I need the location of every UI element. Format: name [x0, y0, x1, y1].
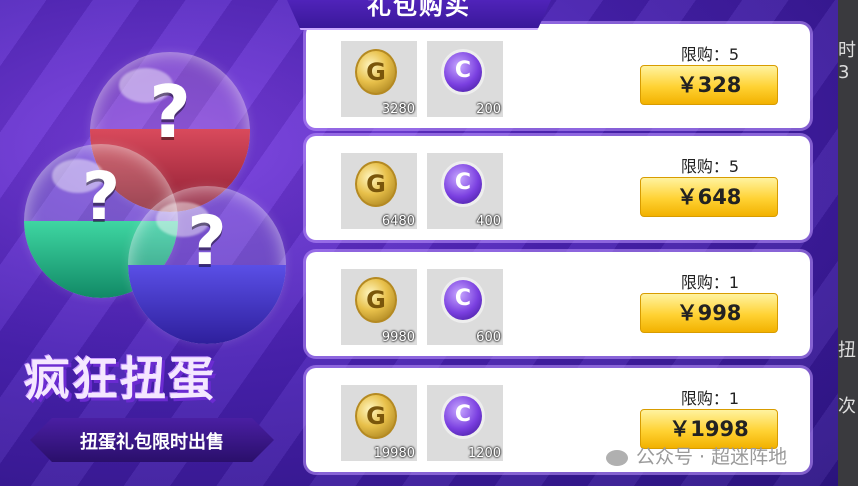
- gold-item: G 6480: [341, 153, 417, 229]
- mystery-ball-blue: ?: [128, 186, 286, 344]
- background-strip: 时3 扭 次: [838, 0, 858, 486]
- wechat-icon: [606, 449, 628, 466]
- question-mark-icon: ?: [149, 70, 191, 154]
- capsule-ticket-icon: C: [441, 277, 485, 323]
- ticket-quantity: 600: [476, 330, 501, 345]
- gold-quantity: 9980: [381, 330, 415, 345]
- ticket-item: C 200: [427, 41, 503, 117]
- ticket-quantity: 400: [476, 214, 501, 229]
- buy-button-648[interactable]: ￥648: [640, 177, 778, 217]
- promo-title: 疯狂扭蛋: [24, 352, 216, 406]
- gold-coin-icon: G: [355, 161, 397, 207]
- purchase-limit: 限购：5: [680, 45, 740, 64]
- gold-coin-icon: G: [355, 393, 397, 439]
- ticket-quantity: 200: [476, 102, 501, 117]
- watermark: 公众号 · 超迷阵地: [606, 442, 787, 469]
- ticket-item: C 1200: [427, 385, 503, 461]
- pack-card: G 3280 C 200 限购：5 ￥328: [306, 24, 810, 128]
- panel-title: 礼包购买: [367, 0, 471, 20]
- gold-item: G 19980: [341, 385, 417, 461]
- question-mark-icon: ?: [187, 202, 227, 281]
- gold-item: G 3280: [341, 41, 417, 117]
- promo-subtitle: 扭蛋礼包限时出售: [80, 432, 224, 453]
- buy-button-998[interactable]: ￥998: [640, 293, 778, 333]
- side-text: 次: [838, 396, 856, 417]
- purchase-limit: 限购：5: [680, 157, 740, 176]
- gold-quantity: 3280: [381, 102, 415, 117]
- pack-card: G 6480 C 400 限购：5 ￥648: [306, 136, 810, 240]
- purchase-limit: 限购：1: [680, 273, 740, 292]
- ticket-quantity: 1200: [467, 446, 501, 461]
- gift-pack-panel: ? ? ? 疯狂扭蛋 扭蛋礼包限时出售 G 3280 C 200 限购：5 ￥3…: [0, 0, 840, 486]
- pack-card: G 9980 C 600 限购：1 ￥998: [306, 252, 810, 356]
- gold-coin-icon: G: [355, 277, 397, 323]
- watermark-text: 公众号 · 超迷阵地: [636, 446, 788, 468]
- gold-coin-icon: G: [355, 49, 397, 95]
- gold-quantity: 6480: [381, 214, 415, 229]
- ticket-item: C 400: [427, 153, 503, 229]
- gold-quantity: 19980: [373, 446, 415, 461]
- capsule-ticket-icon: C: [441, 393, 485, 439]
- purchase-limit: 限购：1: [680, 389, 740, 408]
- capsule-ticket-icon: C: [441, 161, 485, 207]
- side-text: 扭: [838, 340, 856, 361]
- side-text: 时3: [838, 40, 856, 83]
- buy-button-328[interactable]: ￥328: [640, 65, 778, 105]
- gold-item: G 9980: [341, 269, 417, 345]
- capsule-ticket-icon: C: [441, 49, 485, 95]
- ticket-item: C 600: [427, 269, 503, 345]
